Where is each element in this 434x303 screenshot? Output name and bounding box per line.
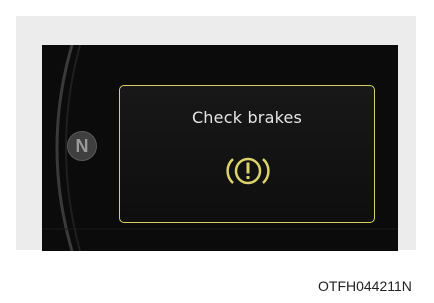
warning-message-box: Check brakes [119,85,375,223]
figure-caption: OTFH044211N [318,278,412,294]
gear-indicator: N [67,131,97,161]
instrument-cluster-display: N Check brakes [42,45,398,251]
warning-message-text: Check brakes [191,108,303,127]
brake-warning-icon [226,157,270,185]
